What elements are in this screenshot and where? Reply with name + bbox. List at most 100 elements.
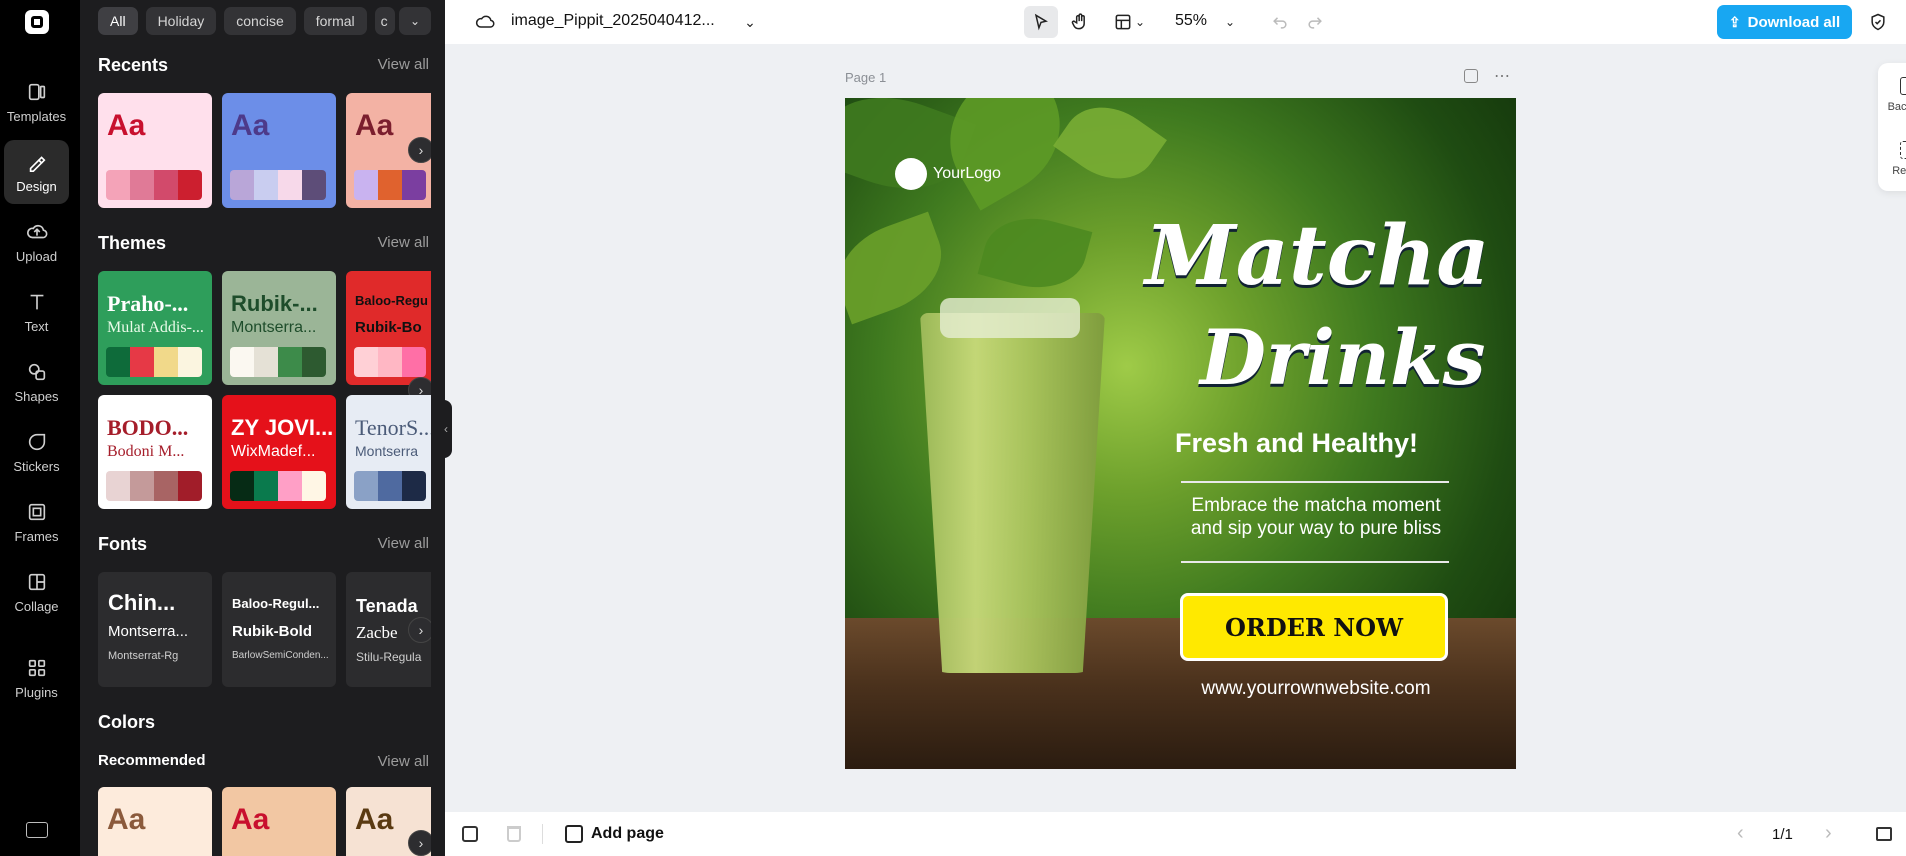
zoom-menu-button[interactable]: ⌄ bbox=[1220, 8, 1240, 36]
colors-title: Colors bbox=[98, 712, 156, 732]
delete-page-icon[interactable] bbox=[507, 826, 521, 842]
theme-swatches bbox=[230, 347, 326, 377]
duplicate-page-icon[interactable] bbox=[462, 826, 478, 842]
cloud-save-button[interactable] bbox=[470, 8, 500, 36]
theme-swatches bbox=[230, 471, 326, 501]
undo-icon bbox=[1273, 17, 1287, 29]
rail-label: Plugins bbox=[15, 684, 58, 700]
background-tool-button[interactable]: Backgr... bbox=[1878, 77, 1906, 113]
filter-chip-formal[interactable]: formal bbox=[303, 7, 367, 35]
file-menu-button[interactable]: ⌄ bbox=[735, 8, 765, 36]
rail-label: Collage bbox=[14, 598, 59, 614]
rail-item-collage[interactable]: Collage bbox=[4, 560, 69, 624]
palette-sample-text: Aa bbox=[231, 109, 270, 142]
design-canvas[interactable]: YourLogo Matcha Drinks Fresh and Healthy… bbox=[845, 98, 1516, 769]
filter-chip-concise[interactable]: concise bbox=[224, 7, 296, 35]
undo-button[interactable] bbox=[1265, 8, 1295, 36]
filters-expand-button[interactable]: ⌄ bbox=[399, 7, 431, 35]
rail-item-shapes[interactable]: Shapes bbox=[4, 350, 69, 414]
theme-body-font: Montserra... bbox=[231, 319, 317, 336]
theme-heading-font: Rubik-... bbox=[231, 291, 318, 316]
app-logo[interactable] bbox=[25, 10, 49, 34]
layout-menu-button[interactable]: ⌄ bbox=[1130, 8, 1150, 36]
rail-label: Templates bbox=[6, 108, 67, 124]
text-icon bbox=[30, 294, 43, 309]
leaf-decoration bbox=[845, 211, 956, 325]
add-page-icon bbox=[565, 825, 583, 843]
rail-label: Stickers bbox=[13, 458, 60, 474]
file-name[interactable]: image_Pippit_2025040412... bbox=[511, 12, 715, 30]
pages-panel-button[interactable] bbox=[1876, 827, 1892, 841]
fonts-title: Fonts bbox=[98, 534, 147, 554]
font-heading: Baloo-Regul... bbox=[232, 596, 320, 611]
frames-icon bbox=[28, 503, 45, 520]
recents-row: Aa Aa Aa bbox=[98, 93, 445, 208]
font-pair-card[interactable]: Chin... Montserra... Montserrat-Rg bbox=[98, 572, 212, 687]
fonts-row: Chin... Montserra... Montserrat-Rg Baloo… bbox=[98, 572, 445, 687]
collapse-panel-handle[interactable]: ‹ bbox=[440, 400, 452, 458]
plugins-icon bbox=[28, 659, 45, 676]
rail-item-text[interactable]: Text bbox=[4, 280, 69, 344]
theme-card[interactable]: Rubik-... Montserra... bbox=[222, 271, 336, 385]
next-page-button[interactable]: › bbox=[1825, 822, 1832, 845]
rail-item-plugins[interactable]: Plugins bbox=[4, 646, 69, 710]
page-more-button[interactable]: ⋯ bbox=[1494, 66, 1511, 86]
filter-chip-holiday[interactable]: Holiday bbox=[145, 7, 217, 35]
add-page-label: Add page bbox=[591, 825, 664, 842]
top-toolbar: image_Pippit_2025040412... ⌄ ⌄ 55% ⌄ ⇪ D… bbox=[445, 0, 1906, 44]
theme-swatches bbox=[354, 471, 426, 501]
upload-icon bbox=[26, 224, 47, 238]
hand-tool-button[interactable] bbox=[1065, 8, 1095, 36]
color-palette-card[interactable]: Aa bbox=[222, 787, 336, 856]
rail-item-stickers[interactable]: Stickers bbox=[4, 420, 69, 484]
rail-item-templates[interactable]: Templates bbox=[4, 70, 69, 134]
zoom-level[interactable]: 55% bbox=[1175, 12, 1207, 30]
prev-page-button[interactable]: ‹ bbox=[1737, 822, 1744, 845]
add-page-button[interactable]: Add page bbox=[565, 825, 664, 843]
theme-card[interactable]: Praho-... Mulat Addis-... bbox=[98, 271, 212, 385]
logo-text: YourLogo bbox=[933, 165, 1001, 182]
fonts-view-all-link[interactable]: View all bbox=[378, 535, 429, 552]
recent-palette-card[interactable]: Aa bbox=[98, 93, 212, 208]
color-palette-card[interactable]: Aa bbox=[98, 787, 212, 856]
rail-item-design[interactable]: Design bbox=[4, 140, 69, 204]
font-heading: Chin... bbox=[108, 590, 176, 615]
font-pair-card[interactable]: Baloo-Regul... Rubik-Bold BarlowSemiCond… bbox=[222, 572, 336, 687]
themes-title: Themes bbox=[98, 233, 167, 253]
themes-view-all-link[interactable]: View all bbox=[378, 234, 429, 251]
keyboard-shortcuts-icon[interactable] bbox=[26, 822, 48, 838]
theme-card[interactable]: ZY JOVI... WixMadef... bbox=[222, 395, 336, 509]
brand-logo: YourLogo bbox=[895, 158, 1001, 190]
filter-chip-all[interactable]: All bbox=[98, 7, 138, 35]
select-tool-button[interactable] bbox=[1024, 6, 1058, 38]
palette-sample-text: Aa bbox=[355, 803, 394, 836]
rail-label: Design bbox=[16, 178, 57, 194]
themes-row-1: Praho-... Mulat Addis-... Rubik-... Mont… bbox=[98, 271, 445, 385]
duplicate-page-button[interactable] bbox=[1464, 69, 1478, 83]
recents-view-all-link[interactable]: View all bbox=[378, 56, 429, 73]
resize-tool-label: Resize bbox=[1892, 165, 1906, 177]
download-all-label: Download all bbox=[1747, 13, 1841, 31]
resize-tool-button[interactable]: Resize bbox=[1878, 141, 1906, 177]
theme-body-font: Mulat Addis-... bbox=[107, 319, 204, 336]
stickers-icon bbox=[28, 433, 45, 450]
chevron-right-icon: › bbox=[418, 142, 424, 158]
bottom-toolbar: Add page ‹ 1/1 › bbox=[445, 812, 1906, 856]
filter-chip-more[interactable]: c bbox=[374, 7, 395, 35]
download-all-button[interactable]: ⇪ Download all bbox=[1717, 5, 1852, 39]
theme-body-font: Montserra bbox=[355, 443, 419, 459]
theme-card[interactable]: BODO... Bodoni M... bbox=[98, 395, 212, 509]
rail-item-frames[interactable]: Frames bbox=[4, 490, 69, 554]
recents-title: Recents bbox=[98, 55, 169, 75]
shield-button[interactable] bbox=[1863, 8, 1893, 36]
redo-button[interactable] bbox=[1300, 8, 1330, 36]
divider-top bbox=[1181, 481, 1449, 483]
body-line-1: Embrace the matcha moment bbox=[1191, 495, 1441, 516]
colors-view-all-link[interactable]: View all bbox=[378, 753, 429, 770]
rail-item-upload[interactable]: Upload bbox=[4, 210, 69, 274]
recent-palette-card[interactable]: Aa bbox=[222, 93, 336, 208]
background-icon bbox=[1900, 77, 1906, 95]
colors-row: Aa Aa Aa bbox=[98, 787, 445, 856]
shapes-icon bbox=[28, 363, 45, 380]
app-window: Templates Design Upload Text Shapes Stic… bbox=[0, 0, 1906, 856]
